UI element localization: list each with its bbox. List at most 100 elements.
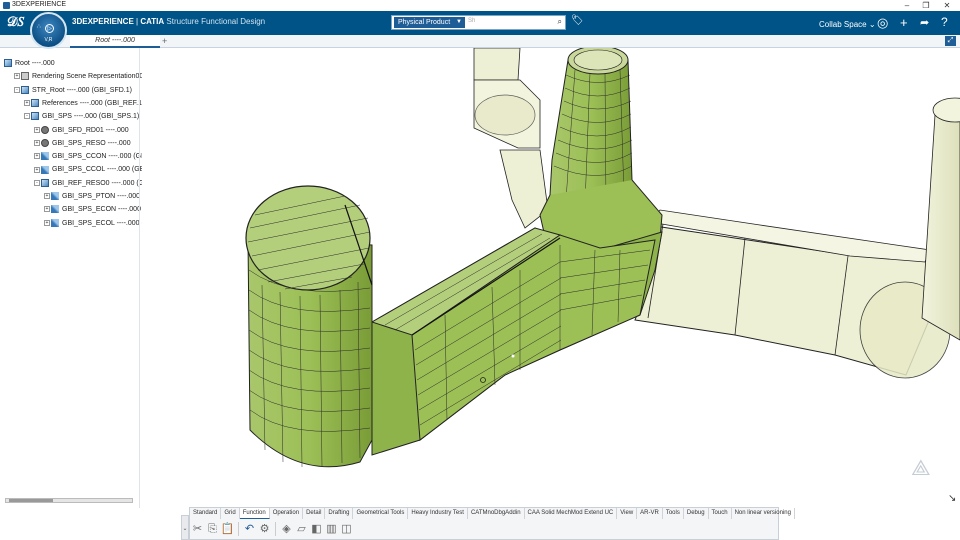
search-input[interactable]: Sh <box>468 18 475 24</box>
expand-node-icon[interactable]: + <box>14 73 20 80</box>
tab-drafting[interactable]: Drafting <box>325 508 354 519</box>
undo-icon[interactable]: ↶ <box>242 520 257 538</box>
collapse-node-icon[interactable]: - <box>24 113 30 120</box>
paste-icon[interactable]: 📋 <box>220 520 235 538</box>
tab-catmnodbgaddin[interactable]: CATMnoDbgAddin <box>468 508 525 519</box>
member-icon[interactable]: ▱ <box>294 520 309 538</box>
tree-node[interactable]: + GBI_SPS_ECOL ----.000 (GE <box>44 218 142 229</box>
tab-geometrical-tools[interactable]: Geometrical Tools <box>353 508 409 519</box>
collab-space-dropdown[interactable]: Collab Space ⌄ <box>819 20 876 29</box>
tab-debug[interactable]: Debug <box>684 508 709 519</box>
tree-node-label: GBI_SPS_ECON ----.000 (GI <box>62 206 142 214</box>
help-icon[interactable]: ? <box>941 15 948 29</box>
collapse-node-icon[interactable]: - <box>14 86 20 93</box>
expand-node-icon[interactable]: + <box>44 193 50 200</box>
tab-root[interactable]: Root ----.000 <box>70 35 160 48</box>
maximize-button[interactable]: ❐ <box>916 0 936 11</box>
app-logo-icon <box>3 2 10 9</box>
wrench-icon <box>41 152 49 161</box>
tree-node[interactable]: - STR_Root ----.000 (GBI_SFD.1) <box>14 85 142 96</box>
expand-icon[interactable]: ⤢ <box>945 36 956 46</box>
tree-node[interactable]: + GBI_SPS_CCON ----.000 (GBI_ <box>34 152 142 162</box>
tree-node-label: GBI_SPS ----.000 (GBI_SPS.1) <box>42 113 140 121</box>
3d-viewport[interactable] <box>142 45 960 508</box>
settings-icon[interactable]: ⚙ <box>257 520 272 538</box>
window-title: 3DEXPERIENCE <box>12 1 67 8</box>
tab-ar-vr[interactable]: AR-VR <box>637 508 663 519</box>
actionbar-collapse-button[interactable]: ⌄ <box>181 515 189 540</box>
tree-node[interactable]: + GBI_SPS_CCOL ----.000 (GBI_S <box>34 165 142 175</box>
tree-node[interactable]: + GBI_SPS_RESO ----.000 <box>34 138 142 149</box>
user-icon[interactable]: ◎ <box>877 15 888 31</box>
toolbar-separator <box>275 522 276 536</box>
tree-node-label: GBI_REF_RESO0 ----.000 (GBI_ <box>52 179 142 187</box>
wrench-icon <box>51 192 59 201</box>
expand-node-icon[interactable]: + <box>34 153 40 160</box>
expand-node-icon[interactable]: + <box>34 139 40 146</box>
tree-node[interactable]: - GBI_REF_RESO0 ----.000 (GBI_ <box>34 178 142 189</box>
tag-icon[interactable]: 🏷 <box>571 15 584 26</box>
model-marker <box>511 354 515 358</box>
tab-view[interactable]: View <box>617 508 638 519</box>
wrench-icon <box>51 218 59 227</box>
window-titlebar: 3DEXPERIENCE – ❐ ✕ <box>0 0 960 11</box>
tree-node-label: References ----.000 (GBI_REF.1) <box>42 99 142 107</box>
expand-node-icon[interactable]: + <box>34 166 40 173</box>
tree-node[interactable]: + GBI_SFD_RD01 ----.000 <box>34 125 142 136</box>
3d-compass-icon[interactable]: ⟁ <box>911 455 931 481</box>
collab-space-label: Collab Space <box>819 20 867 29</box>
expand-node-icon[interactable]: + <box>44 219 50 226</box>
plus-icon[interactable]: + <box>900 15 908 30</box>
search-icon[interactable]: ⌕ <box>558 17 562 27</box>
scene-icon <box>21 72 29 81</box>
scrollbar-thumb[interactable] <box>9 499 53 502</box>
tab-grid[interactable]: Grid <box>221 508 240 519</box>
add-tab-button[interactable]: + <box>162 35 167 47</box>
tab-tools[interactable]: Tools <box>663 508 684 519</box>
search-bar[interactable]: Physical Product ▼ Sh ⌕ <box>391 15 566 30</box>
tree-node[interactable]: + Rendering Scene Representation000 <box>14 72 142 82</box>
share-icon[interactable]: ➦ <box>920 16 929 29</box>
tab-operation[interactable]: Operation <box>270 508 304 519</box>
tab-touch[interactable]: Touch <box>709 508 732 519</box>
catia-app-window: 3DEXPERIENCE – ❐ ✕ 𝒟𝑆 3DEXPERIENCE | CAT… <box>0 0 960 540</box>
expand-node-icon[interactable]: + <box>44 206 50 213</box>
tree-node[interactable]: Root ----.000 <box>4 59 142 69</box>
tab-heavy-industry-test[interactable]: Heavy Industry Test <box>408 508 468 519</box>
collapse-node-icon[interactable]: - <box>34 179 40 186</box>
tree-node[interactable]: + References ----.000 (GBI_REF.1) <box>24 99 142 109</box>
pale-cylinder-right <box>921 97 960 341</box>
resize-arrow-icon[interactable]: ↘ <box>948 493 956 504</box>
tree-node[interactable]: + GBI_SPS_PTON ----.000 (GI <box>44 192 142 202</box>
expand-node-icon[interactable]: + <box>24 100 30 107</box>
dassault-logo-icon[interactable]: 𝒟𝑆 <box>7 14 24 30</box>
pale-duct-right <box>634 209 951 379</box>
compass-widget[interactable]: ∴ ▷ V,R <box>30 12 67 49</box>
cut-icon[interactable]: ✂ <box>190 520 205 538</box>
cube-icon <box>21 85 29 94</box>
compass-label: V,R <box>44 37 53 43</box>
search-scope-label: Physical Product <box>398 19 451 26</box>
tab-function[interactable]: Function <box>239 508 270 519</box>
opening-icon[interactable]: ◧ <box>309 520 324 538</box>
search-scope-dropdown[interactable]: Physical Product ▼ <box>394 17 465 28</box>
tab-standard[interactable]: Standard <box>190 508 222 519</box>
minimize-button[interactable]: – <box>897 0 917 11</box>
tree-horizontal-scrollbar[interactable] <box>5 498 133 503</box>
play-icon[interactable]: ▷ <box>45 24 54 33</box>
cube-icon <box>31 112 39 121</box>
tree-node[interactable]: + GBI_SPS_ECON ----.000 (GI <box>44 205 142 215</box>
tab-non-linear-versioning[interactable]: Non linear versioning <box>732 508 795 519</box>
wrench-icon <box>51 205 59 214</box>
tree-node[interactable]: - GBI_SPS ----.000 (GBI_SPS.1) <box>24 112 142 122</box>
compass-dots-icon: ∴ <box>37 24 41 30</box>
stiffener-icon[interactable]: ▥ <box>324 520 339 538</box>
close-button[interactable]: ✕ <box>937 0 957 11</box>
tab-detail[interactable]: Detail <box>303 508 326 519</box>
expand-node-icon[interactable]: + <box>34 126 40 133</box>
copy-icon[interactable]: ⎘ <box>205 520 220 538</box>
bracket-icon[interactable]: ◫ <box>339 520 354 538</box>
action-bar-tabs: Standard Grid Function Operation Detail Draft… <box>190 508 795 519</box>
plate-icon[interactable]: ◈ <box>279 520 294 538</box>
tab-caa-solid-mechmod-extend-uc[interactable]: CAA Solid MechMod Extend UC <box>525 508 618 519</box>
